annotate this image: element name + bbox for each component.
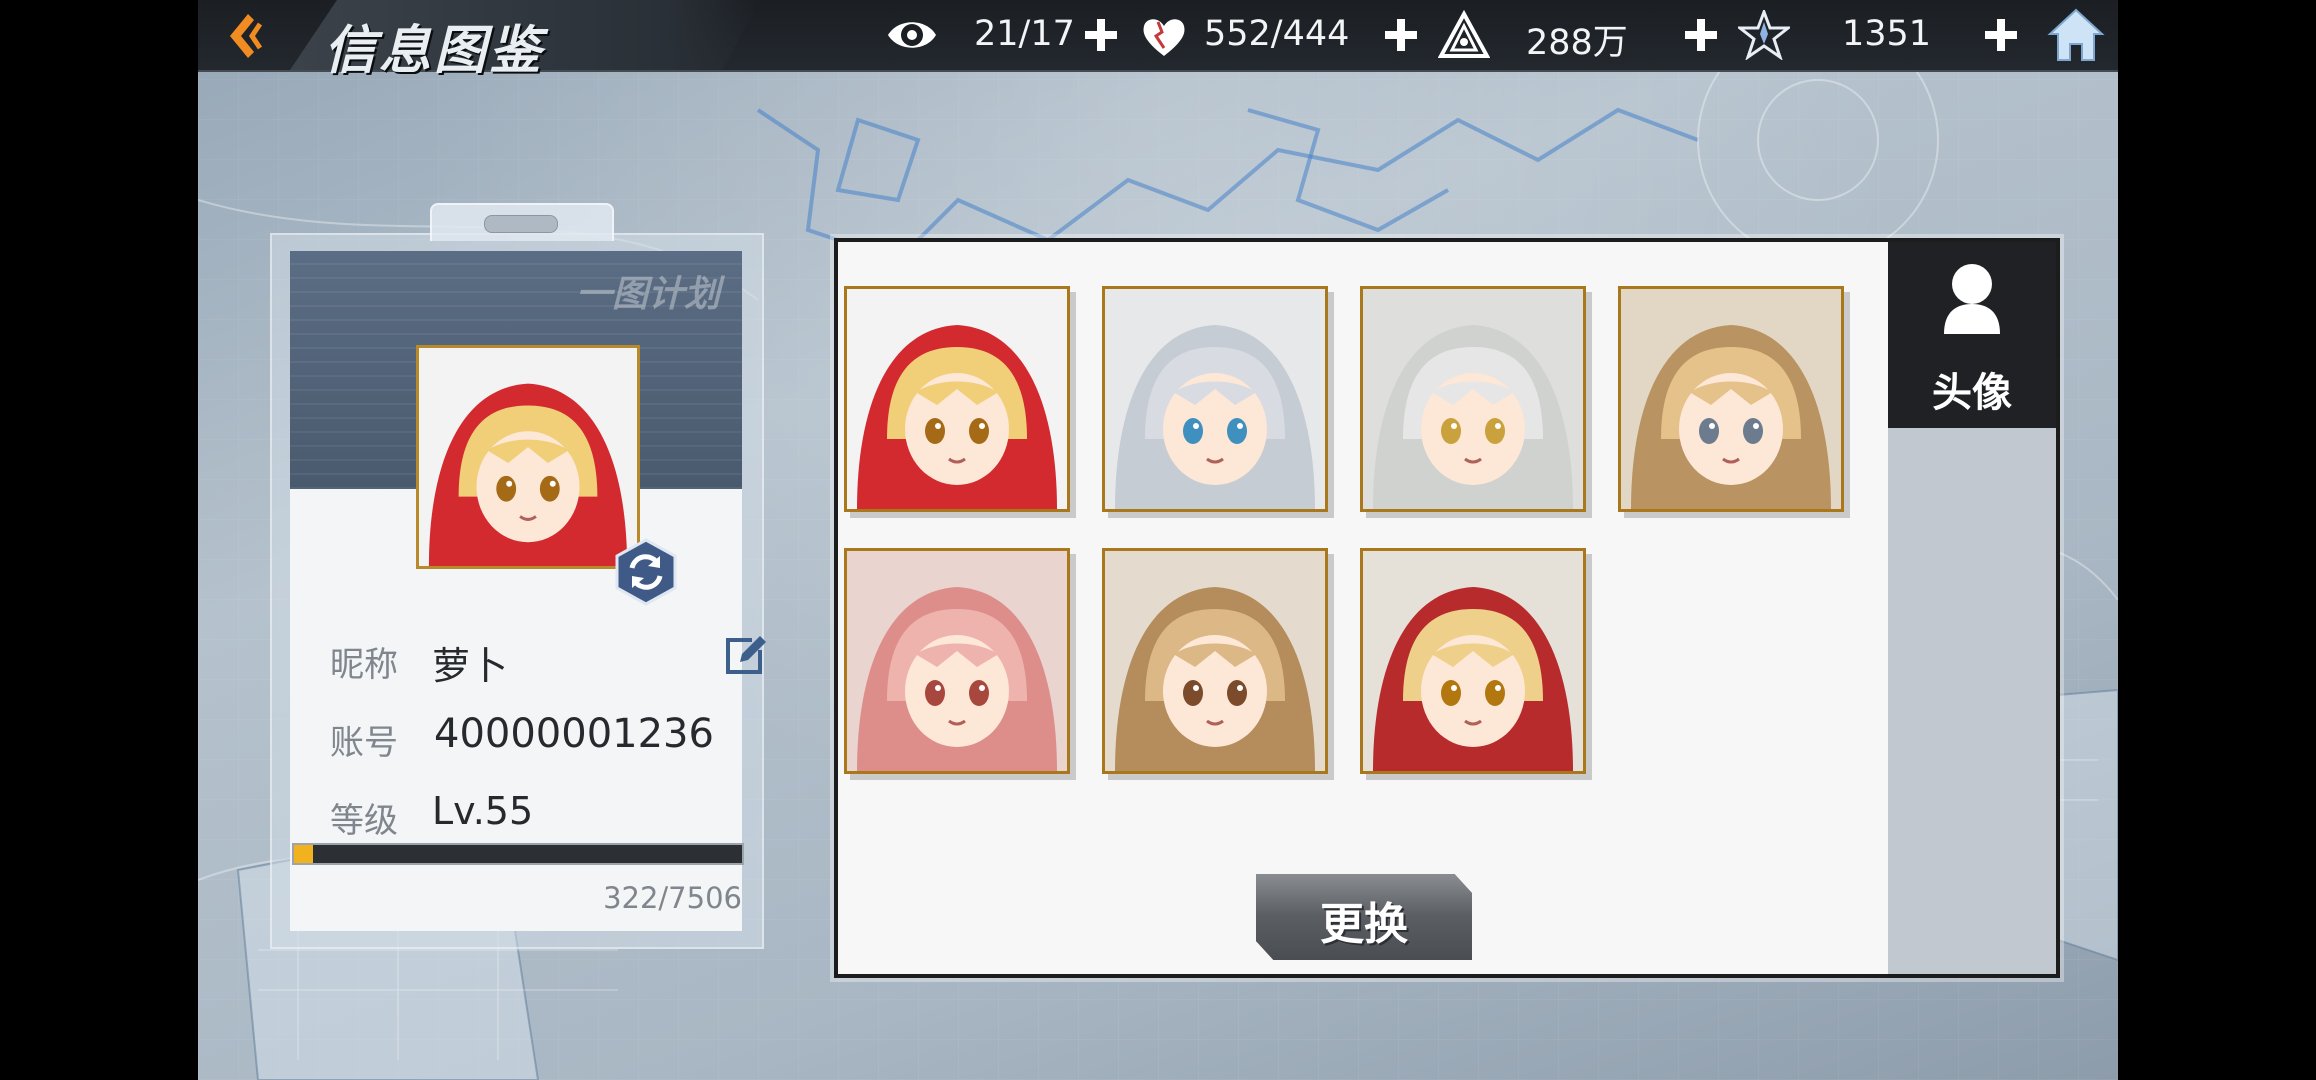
resource-emblem-value: 288万 <box>1526 23 1628 63</box>
top-bar: 信息图鉴 21/17 552/444 288万 1351 <box>198 0 2118 81</box>
add-eye-button[interactable] <box>1082 16 1120 54</box>
avatar-option[interactable] <box>1360 286 1586 512</box>
account-value: 40000001236 <box>434 711 714 757</box>
home-button[interactable] <box>2046 4 2106 64</box>
avatar-option[interactable] <box>1102 286 1328 512</box>
card-clip <box>430 203 614 241</box>
avatar-option[interactable] <box>1618 286 1844 512</box>
tab-avatar-label: 头像 <box>1932 369 2012 416</box>
profile-card: 一图计划 昵称 萝卜 账号 40000001236 等级 Lv.55 322/7… <box>270 203 766 949</box>
tab-avatar[interactable]: 头像 <box>1888 242 2056 428</box>
nickname-label: 昵称 <box>330 645 398 685</box>
profile-card-inner: 一图计划 昵称 萝卜 账号 40000001236 等级 Lv.55 <box>290 251 766 931</box>
exp-progress-bar <box>292 843 744 865</box>
avatar-option[interactable] <box>844 548 1070 774</box>
add-heart-button[interactable] <box>1382 16 1420 54</box>
level-value: Lv.55 <box>432 789 534 833</box>
avatar-option[interactable] <box>1360 548 1586 774</box>
add-emblem-button[interactable] <box>1682 16 1720 54</box>
star-crystal-icon <box>1735 7 1793 61</box>
home-icon <box>2047 8 2105 61</box>
back-arrow-icon <box>230 14 263 58</box>
panel-sidebar: 头像 <box>1888 242 2056 974</box>
resource-heart-value: 552/444 <box>1204 14 1350 54</box>
user-icon <box>1944 264 2000 334</box>
avatar-selection-panel: 头像 更换 <box>834 238 2060 978</box>
resource-crystal-value: 1351 <box>1842 14 1932 54</box>
switch-avatar-icon[interactable] <box>614 538 678 606</box>
page-title: 信息图鉴 <box>324 20 545 81</box>
card-watermark: 一图计划 <box>575 274 720 315</box>
back-button[interactable] <box>216 6 276 66</box>
eye-icon <box>886 10 938 60</box>
profile-avatar <box>416 345 640 569</box>
nickname-value: 萝卜 <box>432 644 509 688</box>
account-label: 账号 <box>330 723 398 763</box>
add-crystal-button[interactable] <box>1982 16 2020 54</box>
change-avatar-button[interactable]: 更换 <box>1256 874 1472 960</box>
edit-icon[interactable] <box>722 634 766 678</box>
exp-value: 322/7506 <box>603 881 742 915</box>
triangle-emblem-icon <box>1437 9 1491 60</box>
level-label: 等级 <box>330 801 398 841</box>
avatar-option[interactable] <box>844 286 1070 512</box>
avatar-option[interactable] <box>1102 548 1328 774</box>
game-screen: 信息图鉴 21/17 552/444 288万 1351 一图计划 昵称 萝卜 … <box>198 0 2118 1080</box>
exp-progress-fill <box>294 845 314 863</box>
heart-icon <box>1138 10 1190 60</box>
resource-eye-value: 21/17 <box>974 14 1075 54</box>
change-button-label: 更换 <box>1320 899 1408 950</box>
